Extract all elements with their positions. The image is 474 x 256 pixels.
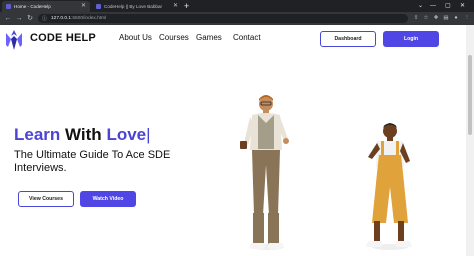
- tab-codehelp[interactable]: CodeHelp || By Love Babbar ✕: [92, 1, 182, 12]
- woman-in-overalls-figure: [366, 123, 412, 250]
- login-button[interactable]: Login: [383, 31, 439, 47]
- brand-name[interactable]: CODE HELP: [30, 32, 96, 44]
- bookmark-star-icon[interactable]: ☆: [422, 14, 430, 23]
- maximize-icon[interactable]: ▢: [445, 0, 451, 12]
- scrollbar-thumb[interactable]: [468, 55, 472, 135]
- browser-toolbar: ← → ↻ ⓘ 127.0.0.1:5500/index.html ⇪ ☆ ✚ …: [0, 12, 474, 25]
- new-tab-icon[interactable]: +: [184, 0, 189, 12]
- favicon-icon: [6, 4, 11, 9]
- share-icon[interactable]: ⇪: [412, 14, 420, 23]
- man-with-cup-figure: [240, 95, 289, 250]
- forward-icon[interactable]: →: [14, 13, 24, 24]
- page-content: CODE HELP About Us Courses Games Contact…: [0, 25, 466, 256]
- extension-icon[interactable]: ✚: [432, 14, 440, 23]
- tab-home[interactable]: Home - CodeHelp ✕: [2, 1, 90, 12]
- codehelp-logo-icon[interactable]: [2, 28, 26, 52]
- nav-about-us[interactable]: About Us: [119, 33, 152, 42]
- tab-title: CodeHelp || By Love Babbar: [104, 4, 163, 9]
- nav-courses[interactable]: Courses: [159, 33, 189, 42]
- dashboard-button[interactable]: Dashboard: [320, 31, 376, 47]
- hero-title: Learn With Love|: [14, 125, 151, 144]
- nav-contact[interactable]: Contact: [233, 33, 261, 42]
- minimize-icon[interactable]: —: [430, 0, 436, 12]
- tab-title: Home - CodeHelp: [14, 4, 51, 9]
- hero-illustration: [240, 95, 412, 250]
- browser-window: Home - CodeHelp ✕ CodeHelp || By Love Ba…: [0, 0, 474, 256]
- watch-video-button[interactable]: Watch Video: [80, 191, 136, 207]
- page-scrollbar[interactable]: [466, 25, 474, 256]
- sidebar-icon[interactable]: ▤: [442, 14, 450, 23]
- nav-games[interactable]: Games: [196, 33, 222, 42]
- close-tab-icon[interactable]: ✕: [81, 1, 86, 12]
- close-tab-icon[interactable]: ✕: [173, 1, 178, 12]
- view-courses-button[interactable]: View Courses: [18, 191, 74, 207]
- favicon-icon: [96, 4, 101, 9]
- address-bar[interactable]: ⓘ 127.0.0.1:5500/index.html: [38, 14, 408, 23]
- chevron-down-icon[interactable]: ⌄: [418, 0, 423, 12]
- back-icon[interactable]: ←: [3, 13, 13, 24]
- info-icon[interactable]: ⓘ: [42, 15, 47, 22]
- profile-icon[interactable]: ●: [452, 14, 460, 23]
- menu-icon[interactable]: ⋮: [463, 14, 471, 23]
- hero-subtitle: The Ultimate Guide To Ace SDE Interviews…: [14, 149, 171, 174]
- url-text: 127.0.0.1:5500/index.html: [51, 16, 107, 21]
- tab-strip: Home - CodeHelp ✕ CodeHelp || By Love Ba…: [0, 0, 474, 12]
- reload-icon[interactable]: ↻: [25, 13, 35, 24]
- close-window-icon[interactable]: ✕: [460, 0, 465, 12]
